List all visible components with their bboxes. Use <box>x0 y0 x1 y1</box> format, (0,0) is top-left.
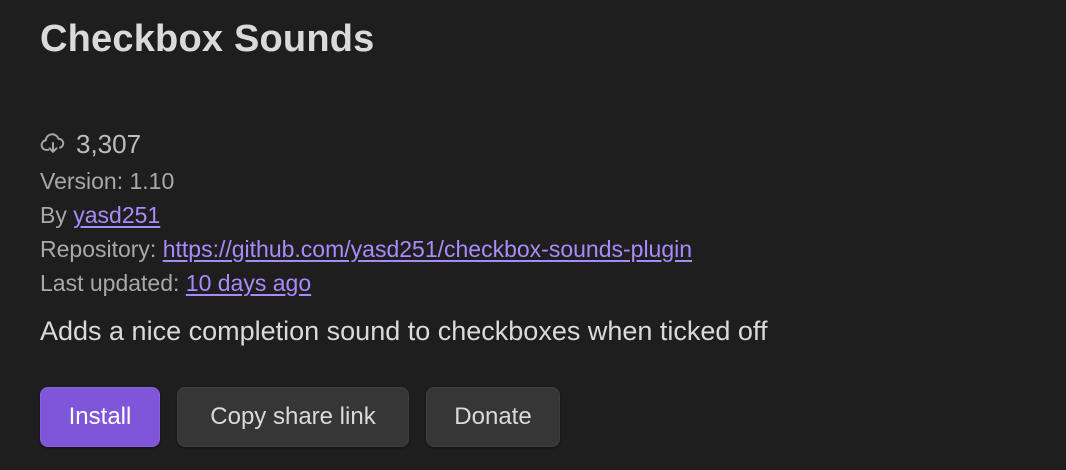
last-updated-link[interactable]: 10 days ago <box>186 270 311 296</box>
plugin-description: Adds a nice completion sound to checkbox… <box>40 316 768 346</box>
install-button[interactable]: Install <box>40 387 160 447</box>
repository-label: Repository: <box>40 236 163 262</box>
plugin-title: Checkbox Sounds <box>40 18 375 60</box>
repository-link[interactable]: https://github.com/yasd251/checkbox-soun… <box>163 236 692 262</box>
download-count-value: 3,307 <box>76 128 142 159</box>
action-buttons: Install Copy share link Donate <box>40 387 560 447</box>
last-updated-label: Last updated: <box>40 270 186 296</box>
copy-share-link-button[interactable]: Copy share link <box>177 387 409 447</box>
cloud-download-icon <box>40 131 66 157</box>
version-row: Version: 1.10 <box>40 164 174 198</box>
version-value: 1.10 <box>129 168 175 194</box>
download-count: 3,307 <box>40 126 141 162</box>
plugin-detail-page: Checkbox Sounds 3,307 Version: 1.10 By y… <box>40 0 1066 470</box>
author-row: By yasd251 <box>40 198 160 232</box>
version-label: Version: <box>40 168 130 194</box>
author-link[interactable]: yasd251 <box>73 202 160 228</box>
donate-button[interactable]: Donate <box>426 387 560 447</box>
last-updated-row: Last updated: 10 days ago <box>40 266 311 300</box>
repository-row: Repository: https://github.com/yasd251/c… <box>40 232 692 266</box>
author-label: By <box>40 202 74 228</box>
